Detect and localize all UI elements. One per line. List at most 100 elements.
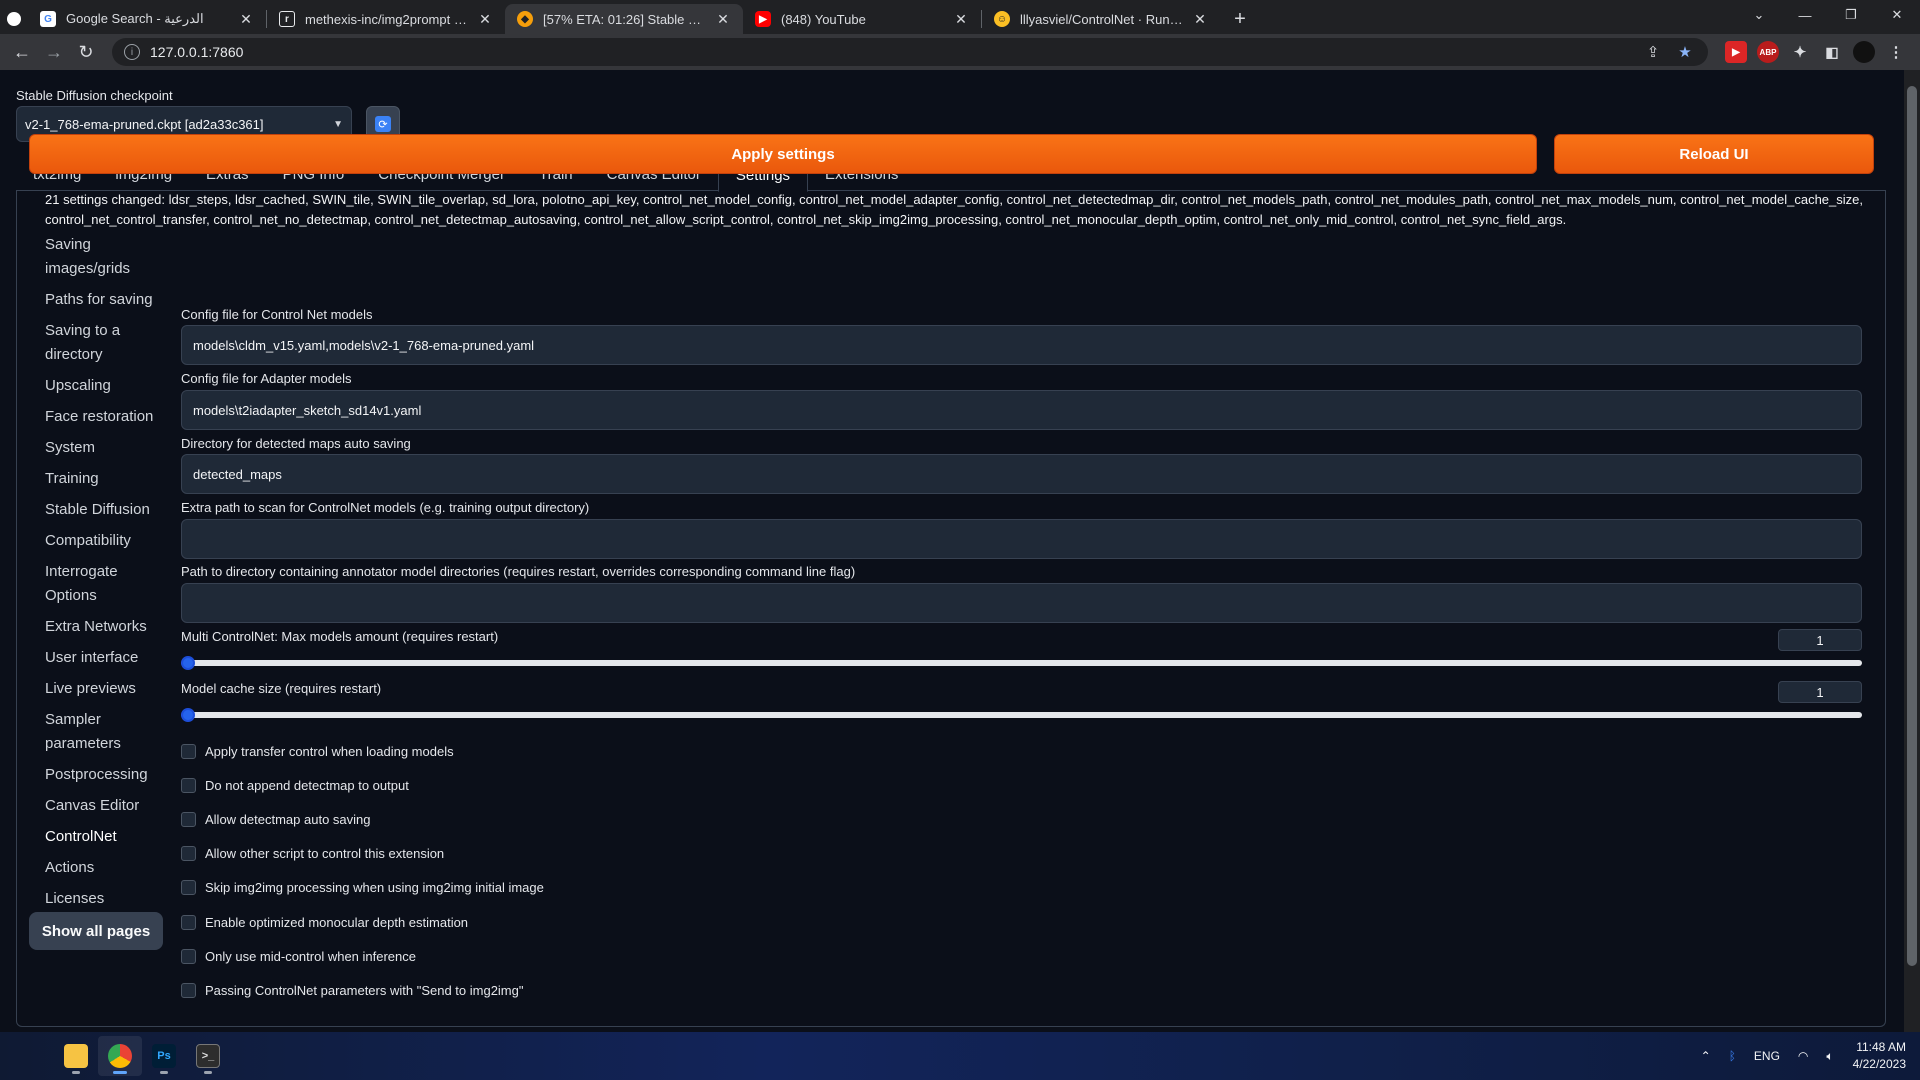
taskbar-file-explorer[interactable] [54, 1036, 98, 1076]
new-tab-icon[interactable]: + [1226, 4, 1254, 34]
tab-search-button[interactable] [0, 4, 28, 34]
checkbox[interactable] [181, 778, 196, 793]
close-tab-icon[interactable]: ✕ [1192, 11, 1208, 28]
checkbox-mid-control[interactable]: Only use mid-control when inference [181, 949, 416, 964]
language-indicator[interactable]: ENG [1754, 1049, 1780, 1063]
sidebar-item-interrogate-options[interactable]: Interrogate Options [29, 560, 165, 608]
slider-handle[interactable] [181, 656, 195, 670]
sidebar-item-face-restoration[interactable]: Face restoration [29, 405, 165, 429]
back-icon[interactable]: ← [8, 38, 36, 66]
sidebar-item-stable-diffusion[interactable]: Stable Diffusion [29, 498, 165, 522]
checkbox-label: Only use mid-control when inference [205, 949, 416, 964]
adblock-icon[interactable]: ABP [1757, 41, 1779, 63]
close-tab-icon[interactable]: ✕ [238, 11, 254, 28]
browser-tab-replicate[interactable]: r methexis-inc/img2prompt – Run ✕ [267, 4, 505, 34]
sidebar-item-label: Saving [45, 236, 91, 253]
url-bar[interactable]: i 127.0.0.1:7860 ⇪ ★ [112, 38, 1708, 66]
sidebar-item-saving-to-a-directory[interactable]: Saving to a directory [29, 319, 165, 367]
max-models-slider[interactable] [181, 656, 1862, 670]
checkbox-allow-script-control[interactable]: Allow other script to control this exten… [181, 846, 444, 861]
forward-icon[interactable]: → [40, 38, 68, 66]
sidebar-item-controlnet[interactable]: ControlNet [29, 825, 165, 849]
adapter-config-input[interactable]: models\t2iadapter_sketch_sd14v1.yaml [181, 390, 1862, 430]
bluetooth-icon[interactable]: ᛒ [1729, 1049, 1736, 1063]
restore-icon[interactable]: ❐ [1828, 7, 1874, 23]
volume-icon[interactable]: 🔈︎ [1826, 1049, 1833, 1064]
clock-date: 4/22/2023 [1852, 1057, 1906, 1071]
browser-tab-huggingface[interactable]: ☺ lllyasviel/ControlNet · RuntimeEr ✕ [982, 4, 1220, 34]
refresh-icon: ⟳ [375, 116, 391, 132]
sidebar-item-sampler-parameters[interactable]: Sampler parameters [29, 708, 165, 756]
browser-tab-youtube[interactable]: ▶ (848) YouTube ✕ [743, 4, 981, 34]
checkbox-send-to-img2img[interactable]: Passing ControlNet parameters with "Send… [181, 983, 523, 998]
page-scrollbar[interactable] [1904, 70, 1920, 1032]
show-all-pages-button[interactable]: Show all pages [29, 912, 163, 950]
taskbar-photoshop[interactable]: Ps [142, 1036, 186, 1076]
close-tab-icon[interactable]: ✕ [953, 11, 969, 28]
minimize-icon[interactable]: — [1782, 8, 1828, 23]
checkbox[interactable] [181, 949, 196, 964]
system-clock[interactable]: 11:48 AM 4/22/2023 [1853, 1039, 1906, 1073]
extensions-puzzle-icon[interactable]: ✦ [1789, 41, 1811, 63]
checkbox-detectmap-autosave[interactable]: Allow detectmap auto saving [181, 812, 370, 827]
checkbox[interactable] [181, 846, 196, 861]
scrollbar-thumb[interactable] [1907, 86, 1917, 966]
checkbox-monocular-depth[interactable]: Enable optimized monocular depth estimat… [181, 915, 468, 930]
adapter-config-label: Config file for Adapter models [181, 371, 352, 386]
checkbox-skip-img2img[interactable]: Skip img2img processing when using img2i… [181, 880, 544, 895]
extension-video-icon[interactable]: ▶ [1725, 41, 1747, 63]
taskbar-terminal[interactable]: >_ [186, 1036, 230, 1076]
tab-list-chevron-icon[interactable]: ⌄ [1736, 7, 1782, 23]
apply-settings-button[interactable]: Apply settings [29, 134, 1537, 174]
share-icon[interactable]: ⇪ [1642, 43, 1664, 61]
checkbox[interactable] [181, 812, 196, 827]
checkbox-no-detectmap[interactable]: Do not append detectmap to output [181, 778, 409, 793]
profile-avatar[interactable] [1853, 41, 1875, 63]
side-panel-icon[interactable]: ◧ [1821, 41, 1843, 63]
tray-chevron-up-icon[interactable]: ⌃ [1701, 1049, 1711, 1063]
annotator-path-input[interactable] [181, 583, 1862, 623]
sidebar-item-live-previews[interactable]: Live previews [29, 677, 165, 701]
reload-ui-button[interactable]: Reload UI [1554, 134, 1874, 174]
checkbox[interactable] [181, 983, 196, 998]
cache-size-slider[interactable] [181, 708, 1862, 722]
close-window-icon[interactable]: ✕ [1874, 7, 1920, 23]
max-models-number[interactable]: 1 [1778, 629, 1862, 651]
sidebar-item-training[interactable]: Training [29, 467, 165, 491]
models-path-input[interactable] [181, 519, 1862, 559]
model-config-input[interactable]: models\cldm_v15.yaml,models\v2-1_768-ema… [181, 325, 1862, 365]
checkbox[interactable] [181, 915, 196, 930]
reload-icon[interactable]: ↻ [72, 38, 100, 66]
wifi-icon[interactable]: ◠ [1798, 1049, 1808, 1063]
checkbox-transfer-control[interactable]: Apply transfer control when loading mode… [181, 744, 454, 759]
sidebar-item-compatibility[interactable]: Compatibility [29, 529, 165, 553]
checkbox[interactable] [181, 880, 196, 895]
sidebar-item-label: Postprocessing [45, 766, 148, 783]
site-info-icon[interactable]: i [124, 44, 140, 60]
sidebar-item-actions[interactable]: Actions [29, 856, 165, 880]
file-explorer-icon [64, 1044, 88, 1068]
sidebar-item-label: Face restoration [45, 408, 154, 425]
close-tab-icon[interactable]: ✕ [715, 11, 731, 28]
sidebar-item-upscaling[interactable]: Upscaling [29, 374, 165, 398]
sidebar-item-saving-images-grids[interactable]: Saving images/grids [29, 233, 165, 281]
taskbar-chrome[interactable] [98, 1036, 142, 1076]
menu-kebab-icon[interactable]: ⋮ [1885, 41, 1907, 63]
start-button[interactable] [10, 1036, 54, 1076]
browser-tab-google[interactable]: G Google Search - الدرعية ✕ [28, 4, 266, 34]
sidebar-item-postprocessing[interactable]: Postprocessing [29, 763, 165, 787]
sidebar-item-licenses[interactable]: Licenses [29, 887, 165, 911]
sidebar-item-paths-for-saving[interactable]: Paths for saving [29, 288, 165, 312]
detectmap-dir-input[interactable]: detected_maps [181, 454, 1862, 494]
sidebar-item-label: parameters [45, 735, 121, 752]
slider-handle[interactable] [181, 708, 195, 722]
browser-tab-stable-diffusion[interactable]: ◆ [57% ETA: 01:26] Stable Diffusion ✕ [505, 4, 743, 34]
sidebar-item-system[interactable]: System [29, 436, 165, 460]
checkbox[interactable] [181, 744, 196, 759]
close-tab-icon[interactable]: ✕ [477, 11, 493, 28]
cache-size-number[interactable]: 1 [1778, 681, 1862, 703]
sidebar-item-extra-networks[interactable]: Extra Networks [29, 615, 165, 639]
bookmark-star-icon[interactable]: ★ [1674, 43, 1696, 61]
sidebar-item-user-interface[interactable]: User interface [29, 646, 165, 670]
sidebar-item-canvas-editor[interactable]: Canvas Editor [29, 794, 165, 818]
